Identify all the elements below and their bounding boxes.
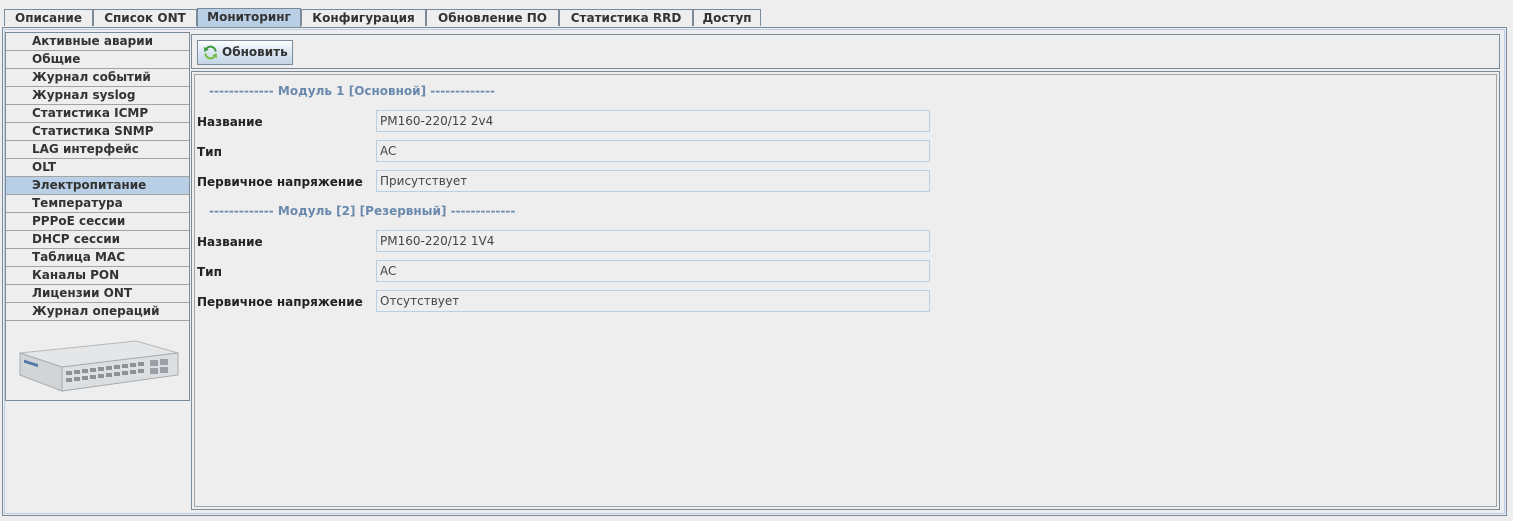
sidebar-item-event-log[interactable]: Журнал событий bbox=[6, 69, 189, 87]
module-1-type-label: Тип bbox=[197, 145, 222, 159]
sidebar-item-operations-log[interactable]: Журнал операций bbox=[6, 303, 189, 321]
sidebar-item-pon-channels[interactable]: Каналы PON bbox=[6, 267, 189, 285]
module-1-name-label: Название bbox=[197, 115, 263, 129]
olt-device-image bbox=[19, 340, 179, 392]
refresh-button-label: Обновить bbox=[222, 45, 288, 59]
module-2-voltage-label: Первичное напряжение bbox=[197, 295, 363, 309]
module-2-name-label: Название bbox=[197, 235, 263, 249]
module-2-type-label: Тип bbox=[197, 265, 222, 279]
tab-description[interactable]: Описание bbox=[4, 9, 93, 26]
tab-configuration[interactable]: Конфигурация bbox=[301, 9, 426, 26]
tab-access[interactable]: Доступ bbox=[693, 9, 761, 26]
sidebar-item-temperature[interactable]: Температура bbox=[6, 195, 189, 213]
refresh-icon bbox=[203, 45, 218, 60]
sidebar-item-active-alarms[interactable]: Активные аварии bbox=[6, 33, 189, 51]
tab-monitoring[interactable]: Мониторинг bbox=[197, 8, 301, 27]
sidebar-item-lag[interactable]: LAG интерфейс bbox=[6, 141, 189, 159]
module-1-title: ------------- Модуль 1 [Основной] ------… bbox=[209, 84, 495, 98]
sidebar-item-snmp-stats[interactable]: Статистика SNMP bbox=[6, 123, 189, 141]
monitoring-sidebar: Активные аварии Общие Журнал событий Жур… bbox=[5, 32, 190, 401]
tab-rrd-statistics[interactable]: Статистика RRD bbox=[559, 9, 693, 26]
tab-ont-list[interactable]: Список ONT bbox=[93, 9, 197, 26]
sidebar-item-icmp-stats[interactable]: Статистика ICMP bbox=[6, 105, 189, 123]
module-1-type-field[interactable]: AC bbox=[376, 140, 930, 162]
module-1-voltage-label: Первичное напряжение bbox=[197, 175, 363, 189]
sidebar-item-syslog[interactable]: Журнал syslog bbox=[6, 87, 189, 105]
sidebar-item-power-supply[interactable]: Электропитание bbox=[6, 177, 189, 195]
refresh-button[interactable]: Обновить bbox=[197, 40, 293, 65]
module-2-name-field[interactable]: PM160-220/12 1V4 bbox=[376, 230, 930, 252]
module-1-name-field[interactable]: PM160-220/12 2v4 bbox=[376, 110, 930, 132]
sidebar-item-mac-table[interactable]: Таблица MAC bbox=[6, 249, 189, 267]
sidebar-item-pppoe-sessions[interactable]: PPPoE сессии bbox=[6, 213, 189, 231]
sidebar-item-ont-licenses[interactable]: Лицензии ONT bbox=[6, 285, 189, 303]
tab-firmware-update[interactable]: Обновление ПО bbox=[426, 9, 559, 26]
sidebar-item-dhcp-sessions[interactable]: DHCP сессии bbox=[6, 231, 189, 249]
sidebar-item-general[interactable]: Общие bbox=[6, 51, 189, 69]
toolbar: Обновить bbox=[191, 34, 1500, 69]
sidebar-item-olt[interactable]: OLT bbox=[6, 159, 189, 177]
module-2-voltage-field[interactable]: Отсутствует bbox=[376, 290, 930, 312]
module-1-voltage-field[interactable]: Присутствует bbox=[376, 170, 930, 192]
module-2-type-field[interactable]: AC bbox=[376, 260, 930, 282]
module-2-title: ------------- Модуль [2] [Резервный] ---… bbox=[209, 204, 516, 218]
